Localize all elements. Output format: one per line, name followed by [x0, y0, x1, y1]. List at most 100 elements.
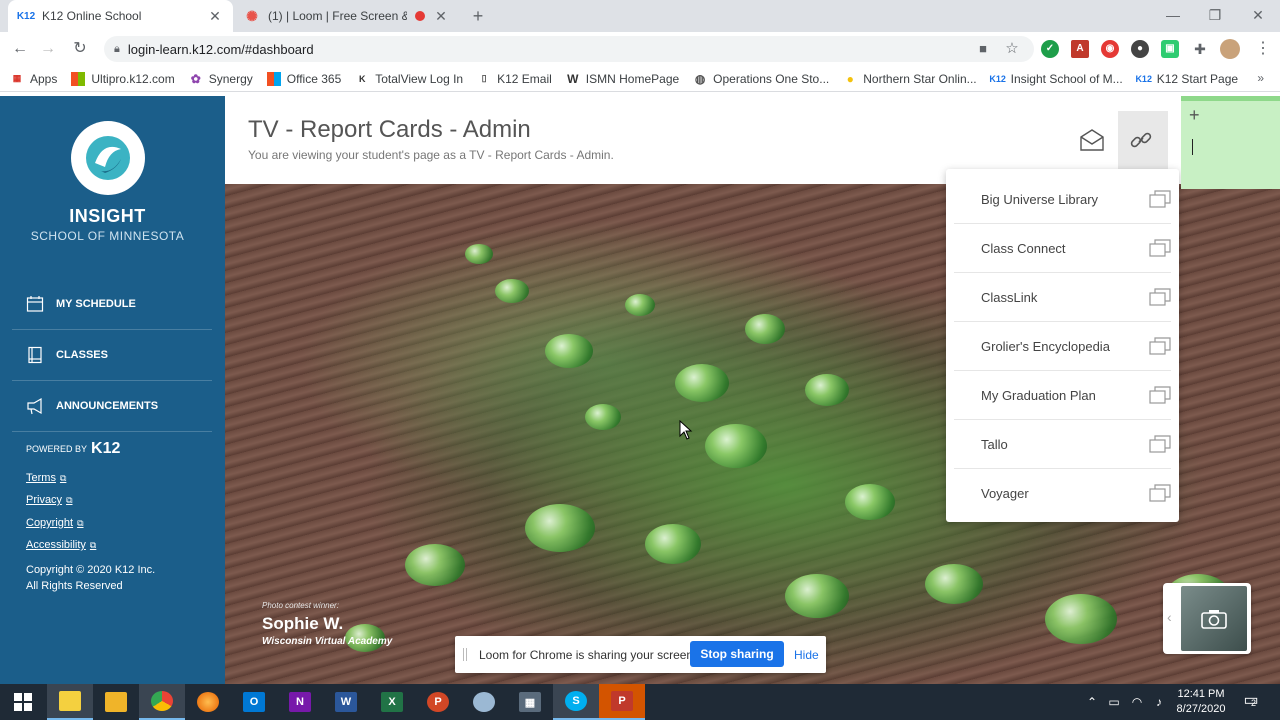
taskbar-snipping-tool[interactable] [461, 684, 507, 720]
nav-my-schedule[interactable]: MY SCHEDULE [0, 279, 225, 329]
link-tallo[interactable]: Tallo [954, 420, 1171, 469]
taskbar-chrome[interactable] [139, 684, 185, 720]
taskbar-pdf-app[interactable]: P [599, 684, 645, 720]
bookmark-apps[interactable]: ▦ Apps [10, 72, 58, 86]
copyright-link[interactable]: Copyright ⧉ [26, 517, 84, 529]
k12-favicon-icon: K12 [16, 10, 36, 22]
loom-sharing-bar: Loom for Chrome is sharing your screen. … [455, 636, 826, 673]
water-drop [805, 374, 849, 406]
close-tab-icon[interactable]: ✕ [433, 8, 449, 25]
link-class-connect[interactable]: Class Connect [954, 224, 1171, 273]
bookmark-star-icon[interactable]: ☆ [1001, 38, 1023, 60]
divider [12, 431, 212, 432]
taskbar-onenote[interactable]: N [277, 684, 323, 720]
system-clock[interactable]: 12:41 PM 8/27/2020 [1168, 687, 1234, 717]
notification-center-icon[interactable]: 2 ▭ [1239, 690, 1263, 714]
loom-camera-widget[interactable]: ‹ [1163, 583, 1251, 654]
restore-icon[interactable]: ❐ [1192, 0, 1238, 32]
nav-announcements[interactable]: ANNOUNCEMENTS [0, 381, 225, 431]
bookmark-ismn[interactable]: W ISMN HomePage [566, 72, 679, 86]
more-bookmarks-icon[interactable]: » [1257, 71, 1264, 85]
stop-sharing-button[interactable]: Stop sharing [690, 641, 784, 667]
taskbar-excel[interactable]: X [369, 684, 415, 720]
camera-permission-icon[interactable]: ■ [972, 38, 994, 60]
link-icon[interactable] [1125, 124, 1157, 156]
bookmark-k12-email[interactable]: ▯ K12 Email [477, 72, 552, 86]
water-drop [405, 544, 465, 586]
taskbar-file-explorer[interactable] [93, 684, 139, 720]
powerpoint-icon: P [427, 692, 449, 712]
link-voyager[interactable]: Voyager [954, 469, 1171, 518]
text-cursor [1192, 139, 1193, 155]
external-link-icon: ⧉ [66, 495, 73, 505]
links-dropdown: Big Universe Library Class Connect Class… [946, 169, 1179, 522]
link-classlink[interactable]: ClassLink [954, 273, 1171, 322]
url-text: login-learn.k12.com/#dashboard [127, 41, 314, 57]
reload-icon[interactable]: ↻ [69, 38, 91, 60]
insight-logo-icon [86, 136, 130, 180]
mail-icon[interactable] [1076, 124, 1108, 156]
terms-link[interactable]: Terms ⧉ [26, 472, 66, 484]
start-button[interactable] [0, 684, 46, 720]
drag-handle-icon[interactable] [463, 648, 467, 661]
wifi-icon[interactable]: ◠ [1127, 684, 1147, 720]
excel-icon: X [381, 692, 403, 712]
taskbar-calculator[interactable]: ▦ [507, 684, 553, 720]
profile-avatar[interactable] [1220, 39, 1240, 59]
privacy-link[interactable]: Privacy ⧉ [26, 494, 73, 506]
back-icon[interactable]: ← [9, 38, 31, 60]
tab-k12-online-school[interactable]: K12 K12 Online School ✕ [8, 0, 233, 32]
bookmark-k12-start[interactable]: K12 K12 Start Page [1135, 72, 1238, 86]
green-extension-icon[interactable]: ▣ [1161, 40, 1179, 58]
grammarly-extension-icon[interactable]: ✓ [1041, 40, 1059, 58]
show-hidden-icons[interactable]: ⌃ [1083, 684, 1101, 720]
battery-icon[interactable]: ▭ [1104, 684, 1124, 720]
taskbar-skype[interactable]: S [553, 684, 599, 720]
extensions-puzzle-icon[interactable]: ✚ [1189, 38, 1211, 60]
onenote-icon: N [289, 692, 311, 712]
water-drop [1045, 594, 1117, 644]
sticky-note[interactable]: + [1181, 96, 1280, 189]
w-icon: W [567, 71, 579, 86]
extension-icon[interactable]: ● [1131, 40, 1149, 58]
add-note-icon[interactable]: + [1189, 105, 1200, 126]
forward-icon[interactable]: → [37, 38, 59, 60]
bookmark-totalview[interactable]: K TotalView Log In [355, 72, 463, 86]
word-icon: W [335, 692, 357, 712]
new-tab-button[interactable]: + [468, 6, 488, 26]
chevron-left-icon[interactable]: ‹ [1167, 609, 1172, 625]
loom-extension-icon[interactable]: ◉ [1101, 40, 1119, 58]
taskbar-word[interactable]: W [323, 684, 369, 720]
address-bar[interactable]: 🔒︎ login-learn.k12.com/#dashboard [104, 36, 1034, 62]
firefox-icon [197, 692, 219, 712]
open-new-window-icon [1149, 386, 1171, 404]
taskbar-firefox[interactable] [185, 684, 231, 720]
school-logo[interactable] [71, 121, 145, 195]
browser-tab-bar: K12 K12 Online School ✕ ✺ (1) | Loom | F… [0, 0, 1280, 32]
bookmark-northern-star[interactable]: ● Northern Star Onlin... [843, 72, 977, 86]
nav-classes[interactable]: CLASSES [0, 330, 225, 380]
menu-kebab-icon[interactable]: ⋮ [1252, 38, 1274, 60]
megaphone-icon [27, 397, 42, 415]
taskbar-sticky-notes[interactable] [47, 684, 93, 720]
tab-loom[interactable]: ✺ (1) | Loom | Free Screen & Vi ✕ [234, 0, 459, 32]
taskbar-outlook[interactable]: O [231, 684, 277, 720]
camera-preview[interactable] [1181, 586, 1247, 651]
bookmark-insight[interactable]: K12 Insight School of M... [989, 72, 1122, 86]
volume-icon[interactable]: ♪ [1149, 684, 1169, 720]
hide-button[interactable]: Hide [794, 648, 819, 662]
close-tab-icon[interactable]: ✕ [207, 8, 223, 25]
taskbar-powerpoint[interactable]: P [415, 684, 461, 720]
bookmark-synergy[interactable]: ✿ Synergy [189, 72, 253, 86]
minimize-icon[interactable]: — [1150, 0, 1196, 32]
bookmark-ultipro[interactable]: Ultipro.k12.com [71, 71, 175, 86]
link-my-graduation-plan[interactable]: My Graduation Plan [954, 371, 1171, 420]
bookmark-operations[interactable]: ◍ Operations One Sto... [693, 72, 829, 86]
accessibility-link[interactable]: Accessibility ⧉ [26, 539, 96, 551]
link-groliers-encyclopedia[interactable]: Grolier's Encyclopedia [954, 322, 1171, 371]
acrobat-extension-icon[interactable]: A [1071, 40, 1089, 58]
link-big-universe-library[interactable]: Big Universe Library [954, 175, 1171, 224]
bookmark-office365[interactable]: Office 365 [266, 71, 341, 86]
calendar-icon [26, 296, 44, 312]
close-window-icon[interactable]: ✕ [1235, 0, 1280, 32]
